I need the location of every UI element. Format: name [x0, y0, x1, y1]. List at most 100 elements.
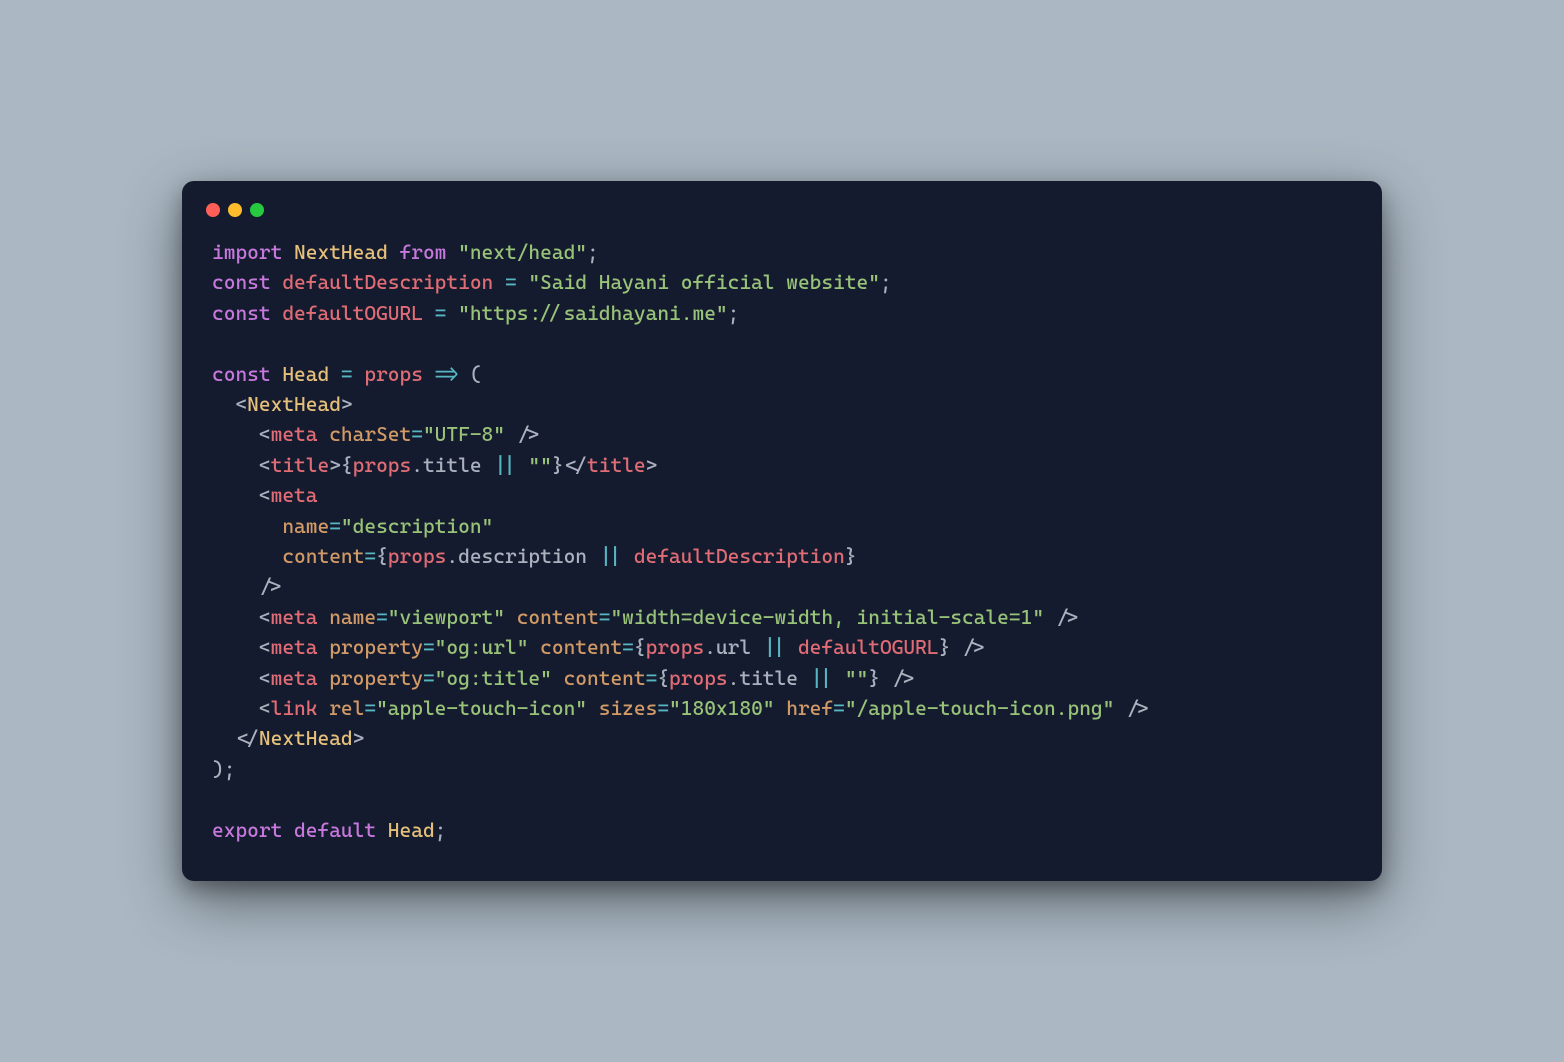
jsx-NextHead: NextHead — [247, 392, 341, 416]
tag-open: < — [259, 483, 271, 507]
tag-close-open: </ — [564, 453, 587, 477]
tag-selfclose: /> — [1056, 605, 1079, 629]
kw-const: const — [212, 270, 271, 294]
str-description: "description" — [341, 514, 493, 538]
attr-content: content — [282, 544, 364, 568]
props: props — [388, 544, 447, 568]
prop-title: title — [739, 666, 798, 690]
attr-rel: rel — [329, 696, 364, 720]
brace-close: } — [845, 544, 857, 568]
op-eq: = — [646, 666, 658, 690]
op-eq: = — [622, 635, 634, 659]
tag-selfclose: /> — [259, 574, 282, 598]
var-defaultOGURL: defaultOGURL — [798, 635, 939, 659]
dot: . — [728, 666, 740, 690]
op-or: || — [599, 544, 622, 568]
code-window: import NextHead from "next/head"; const … — [182, 181, 1382, 881]
ident-NextHead: NextHead — [294, 240, 388, 264]
tag-open: < — [259, 696, 271, 720]
tag-open: < — [259, 453, 271, 477]
tag-link: link — [271, 696, 318, 720]
tag-close: > — [353, 726, 365, 750]
op-or: || — [763, 635, 786, 659]
attr-content: content — [564, 666, 646, 690]
maximize-icon[interactable] — [250, 203, 264, 217]
close-icon[interactable] — [206, 203, 220, 217]
prop-description: description — [458, 544, 587, 568]
str-empty: "" — [528, 453, 551, 477]
attr-href: href — [786, 696, 833, 720]
ident-Head: Head — [282, 362, 329, 386]
tag-meta: meta — [271, 605, 318, 629]
str-180x180: "180x180" — [669, 696, 774, 720]
attr-content: content — [517, 605, 599, 629]
semi: ; — [224, 757, 236, 781]
tag-close-open: </ — [235, 726, 258, 750]
tag-close: > — [341, 392, 353, 416]
op-eq: = — [833, 696, 845, 720]
str-apple-touch-png: "/apple-touch-icon.png" — [845, 696, 1115, 720]
props: props — [353, 453, 412, 477]
op-eq: = — [411, 422, 423, 446]
semi: ; — [880, 270, 892, 294]
tag-title: title — [587, 453, 646, 477]
op-eq: = — [599, 605, 611, 629]
tag-selfclose: /> — [1126, 696, 1149, 720]
var-defaultDescription: defaultDescription — [634, 544, 845, 568]
str-ogurl: "og:url" — [435, 635, 529, 659]
kw-import: import — [212, 240, 282, 264]
tag-meta: meta — [271, 422, 318, 446]
dot: . — [411, 453, 423, 477]
op-or: || — [493, 453, 516, 477]
window-titlebar — [206, 199, 1358, 237]
kw-const: const — [212, 301, 271, 325]
paren-close: ) — [212, 757, 224, 781]
brace-close: } — [939, 635, 951, 659]
tag-title: title — [271, 453, 330, 477]
str-utf8: "UTF-8" — [423, 422, 505, 446]
op-eq: = — [364, 696, 376, 720]
str-viewport: "viewport" — [388, 605, 505, 629]
prop-url: url — [716, 635, 751, 659]
op-arrow: => — [435, 362, 458, 386]
brace-open: { — [376, 544, 388, 568]
kw-export: export — [212, 818, 282, 842]
code-block: import NextHead from "next/head"; const … — [206, 237, 1358, 845]
str-next-head: "next/head" — [458, 240, 587, 264]
props: props — [669, 666, 728, 690]
param-props: props — [364, 362, 423, 386]
tag-selfclose: /> — [962, 635, 985, 659]
str-empty: "" — [845, 666, 868, 690]
var-defaultDescription: defaultDescription — [282, 270, 493, 294]
semi: ; — [587, 240, 599, 264]
tag-open: < — [259, 635, 271, 659]
brace-close: } — [552, 453, 564, 477]
attr-sizes: sizes — [599, 696, 658, 720]
minimize-icon[interactable] — [228, 203, 242, 217]
tag-meta: meta — [271, 635, 318, 659]
brace-close: } — [868, 666, 880, 690]
prop-title: title — [423, 453, 482, 477]
op-eq: = — [423, 666, 435, 690]
var-defaultOGURL: defaultOGURL — [282, 301, 423, 325]
op-eq: = — [364, 544, 376, 568]
kw-const: const — [212, 362, 271, 386]
tag-selfclose: /> — [517, 422, 540, 446]
attr-name: name — [329, 605, 376, 629]
brace-open: { — [657, 666, 669, 690]
tag-meta: meta — [271, 666, 318, 690]
attr-property: property — [329, 666, 423, 690]
op-eq: = — [341, 362, 353, 386]
tag-open: < — [259, 422, 271, 446]
tag-open: < — [259, 605, 271, 629]
tag-close: > — [329, 453, 341, 477]
brace-open: { — [634, 635, 646, 659]
attr-charSet: charSet — [329, 422, 411, 446]
str-viewport-val: "width=device-width, initial-scale=1" — [610, 605, 1044, 629]
str-desc: "Said Hayani official website" — [528, 270, 880, 294]
str-apple-touch-icon: "apple-touch-icon" — [376, 696, 587, 720]
str-ogurl: "https://saidhayani.me" — [458, 301, 728, 325]
kw-from: from — [400, 240, 447, 264]
attr-content: content — [540, 635, 622, 659]
ident-Head: Head — [388, 818, 435, 842]
